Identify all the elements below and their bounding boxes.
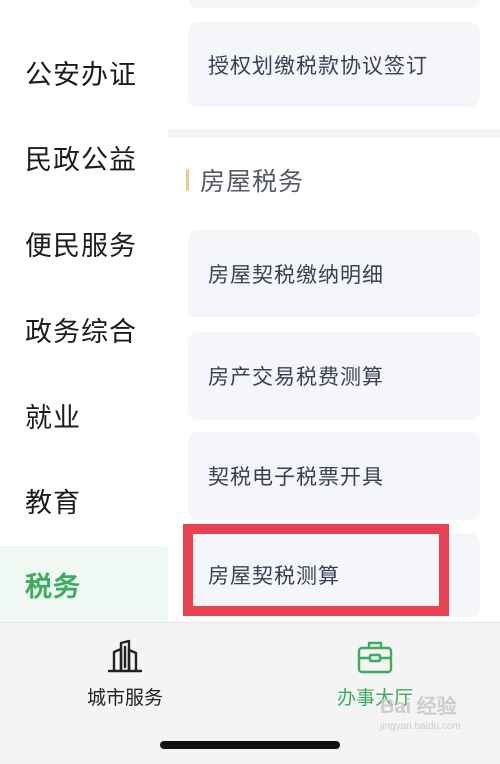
home-indicator[interactable] bbox=[160, 741, 340, 749]
watermark-text: Bai 经验 bbox=[380, 696, 457, 718]
highlight-annotation-box bbox=[183, 524, 449, 616]
watermark-url: jingyan.baidu.com bbox=[380, 721, 461, 732]
service-card-label: 契税电子税票开具 bbox=[208, 465, 384, 489]
tab-label: 城市服务 bbox=[86, 687, 163, 709]
baidu-jingyan-watermark: Bai 经验 jingyan.baidu.com bbox=[380, 690, 498, 750]
tab-city-services[interactable]: 城市服务 bbox=[45, 637, 205, 710]
briefcase-icon bbox=[357, 641, 393, 674]
service-card-label: 房产交易税费测算 bbox=[208, 365, 384, 389]
sidebar-item-education[interactable]: 教育 bbox=[0, 462, 168, 538]
service-card-deed-tax-details[interactable]: 房屋契税缴纳明细 bbox=[188, 230, 480, 318]
city-buildings-icon bbox=[107, 639, 143, 673]
service-card-transaction-fee-calc[interactable]: 房产交易税费测算 bbox=[188, 332, 480, 420]
sidebar-item-public-security[interactable]: 公安办证 bbox=[0, 34, 168, 110]
tax-service-panel: 授权划缴税款协议签订 bbox=[168, 0, 500, 138]
category-sidebar: 公安办证 民政公益 便民服务 政务综合 就业 教育 税务 bbox=[0, 0, 168, 622]
sidebar-item-convenience[interactable]: 便民服务 bbox=[0, 205, 168, 281]
service-card-label: 授权划缴税款协议签订 bbox=[208, 53, 428, 78]
section-accent-bar bbox=[186, 169, 189, 191]
service-card-partial[interactable] bbox=[188, 0, 480, 8]
service-card-label: 房屋契税缴纳明细 bbox=[208, 263, 384, 287]
section-title-text: 房屋税务 bbox=[200, 167, 305, 196]
service-card-tax-agreement[interactable]: 授权划缴税款协议签订 bbox=[188, 22, 480, 107]
service-card-e-tax-receipt[interactable]: 契税电子税票开具 bbox=[188, 432, 480, 520]
sidebar-item-government[interactable]: 政务综合 bbox=[0, 291, 168, 367]
sidebar-item-civil-affairs[interactable]: 民政公益 bbox=[0, 119, 168, 195]
section-title-housing-tax: 房屋税务 bbox=[186, 160, 304, 200]
sidebar-item-employment[interactable]: 就业 bbox=[0, 377, 168, 453]
sidebar-item-taxation[interactable]: 税务 bbox=[0, 546, 168, 622]
